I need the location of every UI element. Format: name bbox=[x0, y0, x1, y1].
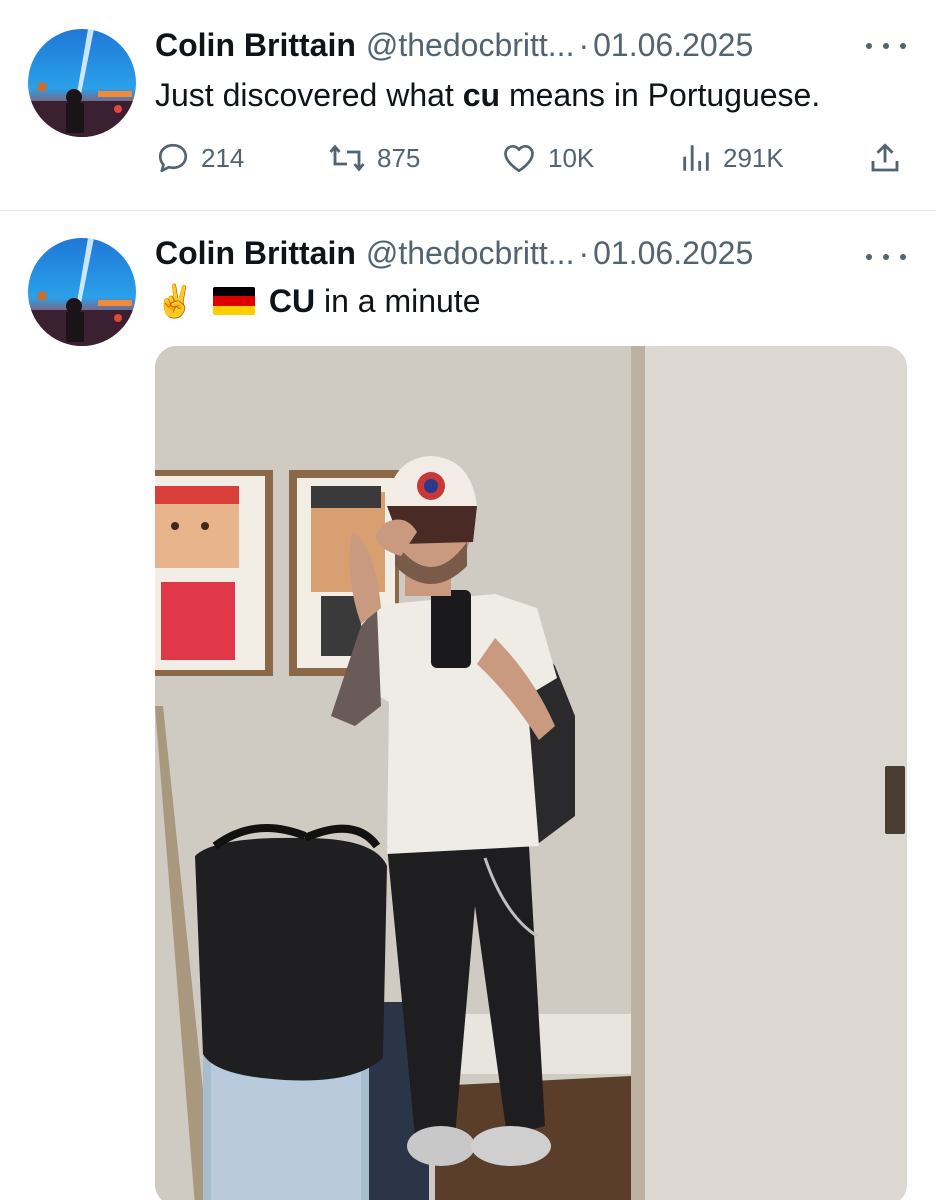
repost-icon bbox=[329, 144, 365, 172]
tweet[interactable]: Colin Brittain @thedocbritt... · 01.06.2… bbox=[0, 211, 936, 1200]
author-handle[interactable]: @thedocbritt... bbox=[366, 233, 575, 273]
reply-icon bbox=[158, 143, 188, 173]
tweet-date[interactable]: 01.06.2025 bbox=[593, 233, 753, 273]
tweet-header: Colin Brittain @thedocbritt... · 01.06.2… bbox=[155, 25, 856, 65]
share-button[interactable] bbox=[867, 136, 913, 180]
author-name[interactable]: Colin Brittain bbox=[155, 233, 356, 273]
germany-flag-icon bbox=[212, 287, 255, 315]
views-icon bbox=[683, 145, 709, 171]
tweet-photo[interactable] bbox=[155, 346, 907, 1200]
avatar[interactable] bbox=[28, 238, 136, 346]
tweet-text-part: means in Portuguese. bbox=[500, 77, 821, 113]
tweet-text: Just discovered what cu means in Portugu… bbox=[155, 75, 916, 115]
repost-count: 875 bbox=[377, 142, 421, 173]
tweet-text-part: Just discovered what bbox=[155, 77, 463, 113]
more-icon[interactable] bbox=[866, 247, 906, 267]
more-icon[interactable] bbox=[866, 36, 906, 56]
tweet-text-bold: cu bbox=[462, 77, 501, 113]
separator: · bbox=[578, 27, 590, 63]
tweet[interactable]: Colin Brittain @thedocbritt... · 01.06.2… bbox=[0, 0, 936, 211]
peace-emoji: ✌️ bbox=[155, 283, 195, 319]
reply-button[interactable]: 214 bbox=[155, 136, 244, 180]
author-name[interactable]: Colin Brittain bbox=[155, 25, 356, 65]
repost-button[interactable]: 875 bbox=[327, 136, 420, 180]
avatar[interactable] bbox=[28, 29, 136, 137]
view-count: 291K bbox=[723, 142, 784, 173]
separator: · bbox=[578, 235, 590, 271]
author-handle[interactable]: @thedocbritt... bbox=[366, 25, 575, 65]
reply-count: 214 bbox=[201, 142, 245, 173]
tweet-date[interactable]: 01.06.2025 bbox=[593, 25, 753, 65]
tweet-text: ✌️ CU in a minute bbox=[155, 281, 916, 321]
tweet-text-part: in a minute bbox=[315, 283, 481, 319]
timeline: Colin Brittain @thedocbritt... · 01.06.2… bbox=[0, 0, 936, 1200]
tweet-header: Colin Brittain @thedocbritt... · 01.06.2… bbox=[155, 233, 856, 273]
tweet-text-bold: CU bbox=[268, 283, 316, 319]
share-icon bbox=[871, 143, 899, 172]
like-button[interactable]: 10K bbox=[500, 136, 594, 180]
like-count: 10K bbox=[548, 142, 595, 173]
like-icon bbox=[504, 144, 534, 173]
action-bar: 214 875 10K 291K bbox=[155, 136, 915, 180]
views-button[interactable]: 291K bbox=[679, 136, 784, 180]
